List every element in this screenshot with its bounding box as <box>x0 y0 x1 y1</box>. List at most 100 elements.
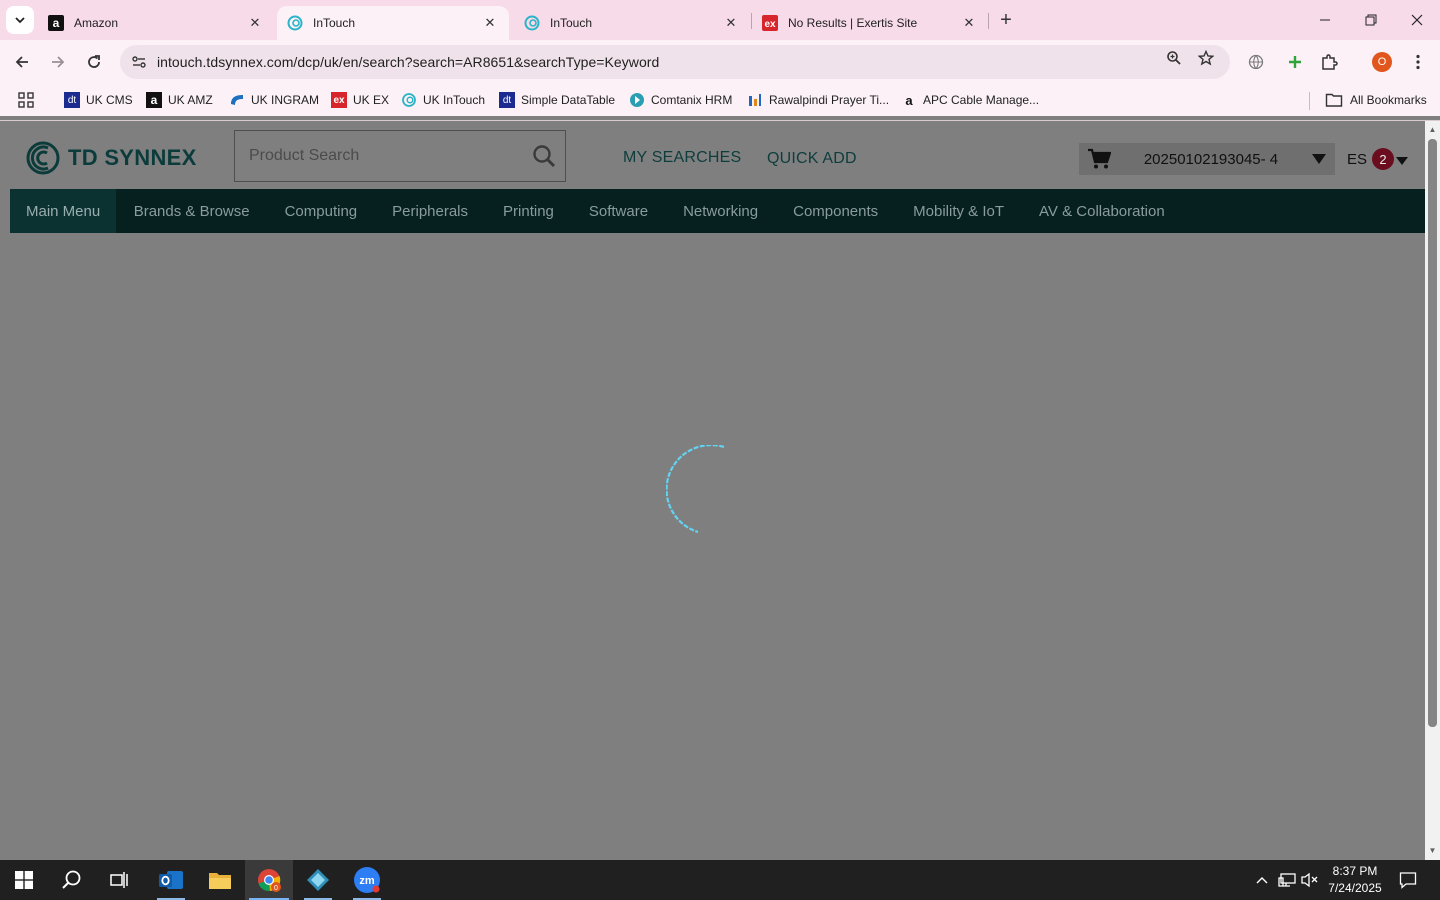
svg-text:a: a <box>53 16 60 30</box>
bookmark-label: UK AMZ <box>168 93 213 107</box>
url-text: intouch.tdsynnex.com/dcp/uk/en/search?se… <box>157 54 660 70</box>
bookmark-rawalpindi-prayer[interactable]: Rawalpindi Prayer Ti... <box>747 91 889 109</box>
file-explorer-icon <box>209 873 231 889</box>
minimize-button[interactable] <box>1302 0 1348 40</box>
cart-selector[interactable]: 20250102193045- 4 <box>1079 143 1335 175</box>
notifications-button[interactable] <box>1394 860 1422 900</box>
bookmarks-bar: dt UK CMS a UK AMZ UK INGRAM ex UK EX UK… <box>0 84 1440 116</box>
restore-button[interactable] <box>1348 0 1394 40</box>
translate-icon[interactable] <box>1245 51 1267 73</box>
quick-add-link[interactable]: QUICK ADD <box>767 150 857 168</box>
nav-brands-browse[interactable]: Brands & Browse <box>116 189 267 233</box>
all-bookmarks-label: All Bookmarks <box>1350 93 1427 107</box>
cart-icon[interactable] <box>1079 143 1119 175</box>
back-button[interactable] <box>8 48 36 76</box>
search-button[interactable] <box>529 141 559 171</box>
nav-peripherals[interactable]: Peripherals <box>375 189 486 233</box>
windows-start-icon <box>15 871 33 889</box>
bookmark-simple-datatable[interactable]: dt Simple DataTable <box>499 91 615 109</box>
intouch-icon <box>287 15 303 31</box>
comtanix-icon <box>629 92 645 108</box>
extensions-puzzle-icon[interactable] <box>1318 51 1340 73</box>
tab-search-button[interactable] <box>6 6 34 34</box>
bookmark-uk-ex[interactable]: ex UK EX <box>331 91 389 109</box>
bookmark-uk-intouch[interactable]: UK InTouch <box>401 91 485 109</box>
task-view-button[interactable] <box>96 860 144 900</box>
extension-plus-icon[interactable] <box>1284 51 1306 73</box>
forward-button[interactable] <box>44 48 72 76</box>
scrollbar-thumb[interactable] <box>1428 139 1437 727</box>
start-button[interactable] <box>0 860 48 900</box>
network-button[interactable] <box>1276 860 1298 900</box>
zoom-icon[interactable] <box>1164 48 1184 68</box>
cart-dropdown-icon[interactable] <box>1303 143 1335 175</box>
page-scrollbar[interactable]: ▲ ▼ <box>1425 121 1440 860</box>
clock-date: 7/24/2025 <box>1328 881 1382 895</box>
minimize-icon <box>1320 19 1330 21</box>
product-search <box>234 130 566 182</box>
pinned-app[interactable] <box>294 860 342 900</box>
bookmark-label: UK InTouch <box>423 93 486 107</box>
more-menu-icon[interactable] <box>1407 51 1429 73</box>
reload-button[interactable] <box>80 48 108 76</box>
nav-software[interactable]: Software <box>571 189 665 233</box>
bookmark-label: Rawalpindi Prayer Ti... <box>769 93 890 107</box>
new-tab-button[interactable]: + <box>995 9 1017 31</box>
user-menu[interactable]: ES 2 <box>1347 148 1409 170</box>
site-header: TD SYNNEX MY SEARCHES QUICK ADD 20250102… <box>0 121 1425 189</box>
bookmark-label: UK EX <box>353 93 390 107</box>
volume-muted-icon <box>1301 872 1318 888</box>
site-info-icon[interactable] <box>122 45 156 79</box>
close-icon[interactable]: ✕ <box>481 14 499 32</box>
apps-grid-button[interactable] <box>18 91 34 109</box>
close-icon[interactable]: ✕ <box>722 14 740 32</box>
nav-main-menu[interactable]: Main Menu <box>10 189 117 233</box>
nav-computing[interactable]: Computing <box>267 189 375 233</box>
bookmark-uk-amz[interactable]: a UK AMZ <box>146 91 213 109</box>
ingram-icon <box>229 92 245 108</box>
bookmark-uk-ingram[interactable]: UK INGRAM <box>229 91 319 109</box>
clock-time: 8:37 PM <box>1332 864 1378 878</box>
tab-amazon[interactable]: a Amazon ✕ <box>38 6 274 40</box>
nav-av-collaboration[interactable]: AV & Collaboration <box>1022 189 1183 233</box>
nav-networking[interactable]: Networking <box>666 189 776 233</box>
tab-exertis[interactable]: ex No Results | Exertis Site ✕ <box>752 6 988 40</box>
nav-mobility-iot[interactable]: Mobility & IoT <box>896 189 1022 233</box>
volume-button[interactable] <box>1300 860 1320 900</box>
nav-components[interactable]: Components <box>776 189 896 233</box>
chrome-icon: 0 <box>258 869 281 892</box>
amazon-icon: a <box>146 92 162 108</box>
zoom-icon: zm <box>354 867 380 893</box>
dt-icon: dt <box>64 92 80 108</box>
cart-number: 20250102193045- 4 <box>1143 150 1279 168</box>
tab-intouch[interactable]: InTouch ✕ <box>514 6 750 40</box>
bookmark-star-icon[interactable] <box>1196 48 1216 68</box>
search-input[interactable] <box>249 147 519 165</box>
main-navigation: Main Menu Brands & Browse Computing Peri… <box>10 189 1425 233</box>
task-view-icon <box>110 872 128 888</box>
system-clock[interactable]: 8:37 PM 7/24/2025 <box>1322 863 1388 897</box>
close-icon[interactable]: ✕ <box>960 14 978 32</box>
profile-avatar[interactable]: O <box>1372 52 1392 72</box>
bookmark-apc-cable[interactable]: a APC Cable Manage... <box>901 91 1039 109</box>
scroll-up-arrow[interactable]: ▲ <box>1428 125 1437 134</box>
my-searches-link[interactable]: MY SEARCHES <box>623 149 741 167</box>
nav-printing[interactable]: Printing <box>486 189 572 233</box>
td-synnex-logo[interactable]: TD SYNNEX <box>26 140 197 176</box>
tab-intouch-active[interactable]: InTouch ✕ <box>277 6 509 40</box>
chrome-app[interactable]: 0 <box>245 860 293 900</box>
close-icon[interactable]: ✕ <box>246 14 264 32</box>
close-window-button[interactable] <box>1394 0 1440 40</box>
show-hidden-icons-button[interactable] <box>1252 860 1272 900</box>
address-bar[interactable]: intouch.tdsynnex.com/dcp/uk/en/search?se… <box>120 45 1230 79</box>
file-explorer-app[interactable] <box>196 860 244 900</box>
taskbar-search-button[interactable] <box>48 860 96 900</box>
bookmark-uk-cms[interactable]: dt UK CMS <box>64 91 133 109</box>
bookmark-comtanix-hrm[interactable]: Comtanix HRM <box>629 91 732 109</box>
all-bookmarks-button[interactable]: All Bookmarks <box>1325 91 1427 109</box>
scroll-down-arrow[interactable]: ▼ <box>1428 846 1437 855</box>
exertis-icon: ex <box>762 15 778 31</box>
zoom-app[interactable]: zm <box>343 860 391 900</box>
bookmarks-divider <box>1309 92 1310 110</box>
outlook-app[interactable] <box>147 860 195 900</box>
